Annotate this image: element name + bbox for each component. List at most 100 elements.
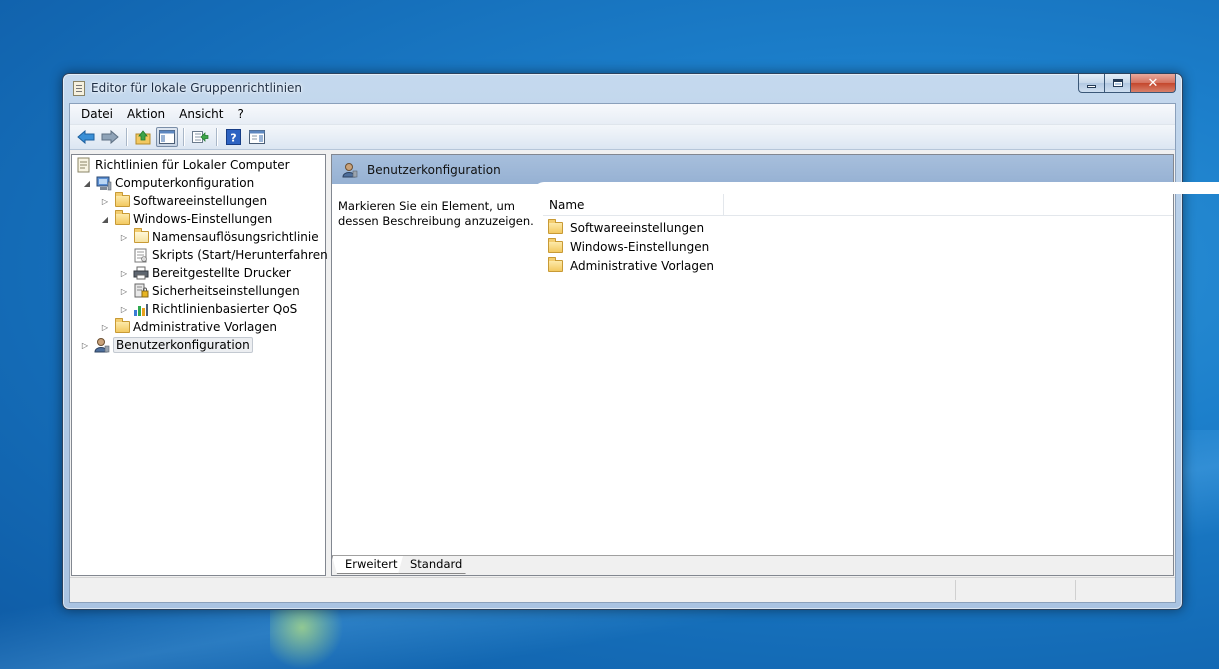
tree-label: Skripts (Start/Herunterfahren) <box>152 248 333 262</box>
expand-icon[interactable]: ▷ <box>119 268 129 278</box>
computer-icon <box>96 175 112 191</box>
list-item[interactable]: Windows-Einstellungen <box>547 237 709 256</box>
status-segment <box>1075 580 1076 600</box>
menu-ansicht[interactable]: Ansicht <box>172 104 230 125</box>
details-pane: Benutzerkonfiguration Markieren Sie ein … <box>331 154 1219 576</box>
close-button[interactable]: ✕ <box>1131 74 1176 93</box>
policy-document-icon <box>73 81 85 96</box>
items-list[interactable]: Name Softwareeinstellungen Windows-Einst… <box>543 194 1173 555</box>
toolbar: ? <box>70 125 1175 150</box>
tree-item-computer-config[interactable]: ◢ Computerkonfiguration <box>82 174 254 192</box>
collapse-icon[interactable]: ◢ <box>100 214 110 224</box>
collapse-icon[interactable]: ◢ <box>82 178 92 188</box>
tree-label: Benutzerkonfiguration <box>113 337 253 353</box>
list-item[interactable]: Administrative Vorlagen <box>547 256 714 275</box>
console-tree[interactable]: Richtlinien für Lokaler Computer ◢ Compu… <box>71 154 332 576</box>
folder-icon <box>547 218 563 236</box>
toolbar-separator <box>126 128 127 146</box>
window-title: Editor für lokale Gruppenrichtlinien <box>91 81 303 95</box>
tree-label: Richtlinienbasierter QoS <box>152 302 298 316</box>
column-header-name[interactable]: Name <box>543 194 724 215</box>
folder-icon <box>133 228 149 245</box>
menu-help[interactable]: ? <box>230 104 250 125</box>
list-item[interactable]: Softwareeinstellungen <box>547 218 704 237</box>
tree-label: Richtlinien für Lokaler Computer <box>95 158 290 172</box>
export-list-icon <box>191 131 208 143</box>
show-hide-console-tree-icon <box>159 130 175 144</box>
policy-document-icon <box>76 157 92 173</box>
up-button[interactable] <box>132 127 154 147</box>
tree-label: Bereitgestellte Drucker <box>152 266 291 280</box>
up-folder-icon <box>135 129 150 144</box>
maximize-button[interactable] <box>1105 74 1131 93</box>
expand-icon[interactable]: ▷ <box>119 232 129 242</box>
no-expander <box>119 250 129 260</box>
title-bar[interactable]: Editor für lokale Gruppenrichtlinien ✕ <box>63 74 1182 102</box>
expand-icon[interactable]: ▷ <box>100 322 110 332</box>
list-item-label: Softwareeinstellungen <box>570 220 705 235</box>
folder-icon <box>547 237 563 255</box>
forward-button[interactable] <box>99 127 121 147</box>
tab-extended[interactable]: Erweitert <box>332 556 409 574</box>
expand-icon[interactable]: ▷ <box>80 340 90 350</box>
folder-icon <box>114 210 130 227</box>
help-icon: ? <box>225 129 241 145</box>
help-button[interactable]: ? <box>222 127 244 147</box>
expand-icon[interactable]: ▷ <box>100 196 110 206</box>
description-text: Markieren Sie ein Element, um dessen Bes… <box>338 199 534 228</box>
minimize-icon <box>1087 84 1096 88</box>
panes: Richtlinien für Lokaler Computer ◢ Compu… <box>70 152 1219 576</box>
caption-buttons: ✕ <box>1078 74 1176 94</box>
tree-label: Computerkonfiguration <box>115 176 255 190</box>
tree-item-security[interactable]: ▷ Sicherheitseinstellungen <box>119 282 300 300</box>
maximize-icon <box>1112 79 1123 87</box>
tab-standard[interactable]: Standard <box>398 556 472 574</box>
security-settings-icon <box>133 283 149 299</box>
show-hide-console-tree-button[interactable] <box>156 127 178 147</box>
tree-item-name-resolution[interactable]: ▷ Namensauflösungsrichtlinie <box>119 228 319 246</box>
desktop-logo-glow <box>270 600 350 669</box>
tree-item-user-config[interactable]: ▷ Benutzerkonfiguration <box>80 336 253 354</box>
list-item-label: Windows-Einstellungen <box>570 239 710 254</box>
forward-arrow-icon <box>101 130 119 144</box>
toolbar-separator <box>183 128 184 146</box>
back-button[interactable] <box>75 127 97 147</box>
script-icon <box>133 247 149 263</box>
bar-chart-icon <box>133 301 149 317</box>
tree-label: Sicherheitseinstellungen <box>152 284 300 298</box>
show-hide-action-pane-button[interactable] <box>246 127 268 147</box>
tree-label: Windows-Einstellungen <box>133 212 273 226</box>
tree-label: Softwareeinstellungen <box>133 194 268 208</box>
svg-text:?: ? <box>230 132 236 145</box>
status-segment <box>955 580 956 600</box>
tree-item-windows-settings[interactable]: ◢ Windows-Einstellungen <box>100 210 272 228</box>
folder-icon <box>114 318 130 335</box>
list-item-label: Administrative Vorlagen <box>570 258 715 273</box>
details-title: Benutzerkonfiguration <box>367 162 501 177</box>
list-header: Name <box>543 194 1173 216</box>
tree-item-printers[interactable]: ▷ Bereitgestellte Drucker <box>119 264 291 282</box>
expand-icon[interactable]: ▷ <box>119 286 129 296</box>
tree-item-root[interactable]: Richtlinien für Lokaler Computer <box>76 156 290 174</box>
menu-bar: Datei Aktion Ansicht ? <box>70 104 1175 125</box>
close-icon: ✕ <box>1147 75 1159 91</box>
client-area: Datei Aktion Ansicht ? ? Richtlinien für… <box>69 103 1219 603</box>
tree-label: Namensauflösungsrichtlinie <box>152 230 319 244</box>
export-list-button[interactable] <box>189 127 211 147</box>
status-bar <box>70 577 1175 602</box>
tree-item-qos[interactable]: ▷ Richtlinienbasierter QoS <box>119 300 297 318</box>
printer-icon <box>133 265 149 281</box>
tree-item-admin-templates[interactable]: ▷ Administrative Vorlagen <box>100 318 277 336</box>
header-curve <box>534 182 1219 194</box>
expand-icon[interactable]: ▷ <box>119 304 129 314</box>
view-tabs: Erweitert Standard <box>332 555 1173 575</box>
tree-item-software-settings[interactable]: ▷ Softwareeinstellungen <box>100 192 267 210</box>
menu-aktion[interactable]: Aktion <box>120 104 172 125</box>
tree-item-scripts[interactable]: Skripts (Start/Herunterfahren) <box>119 246 332 264</box>
show-hide-action-pane-icon <box>249 130 265 144</box>
folder-icon <box>114 192 130 209</box>
folder-icon <box>547 256 563 274</box>
toolbar-separator <box>216 128 217 146</box>
minimize-button[interactable] <box>1078 74 1105 93</box>
menu-datei[interactable]: Datei <box>74 104 120 125</box>
